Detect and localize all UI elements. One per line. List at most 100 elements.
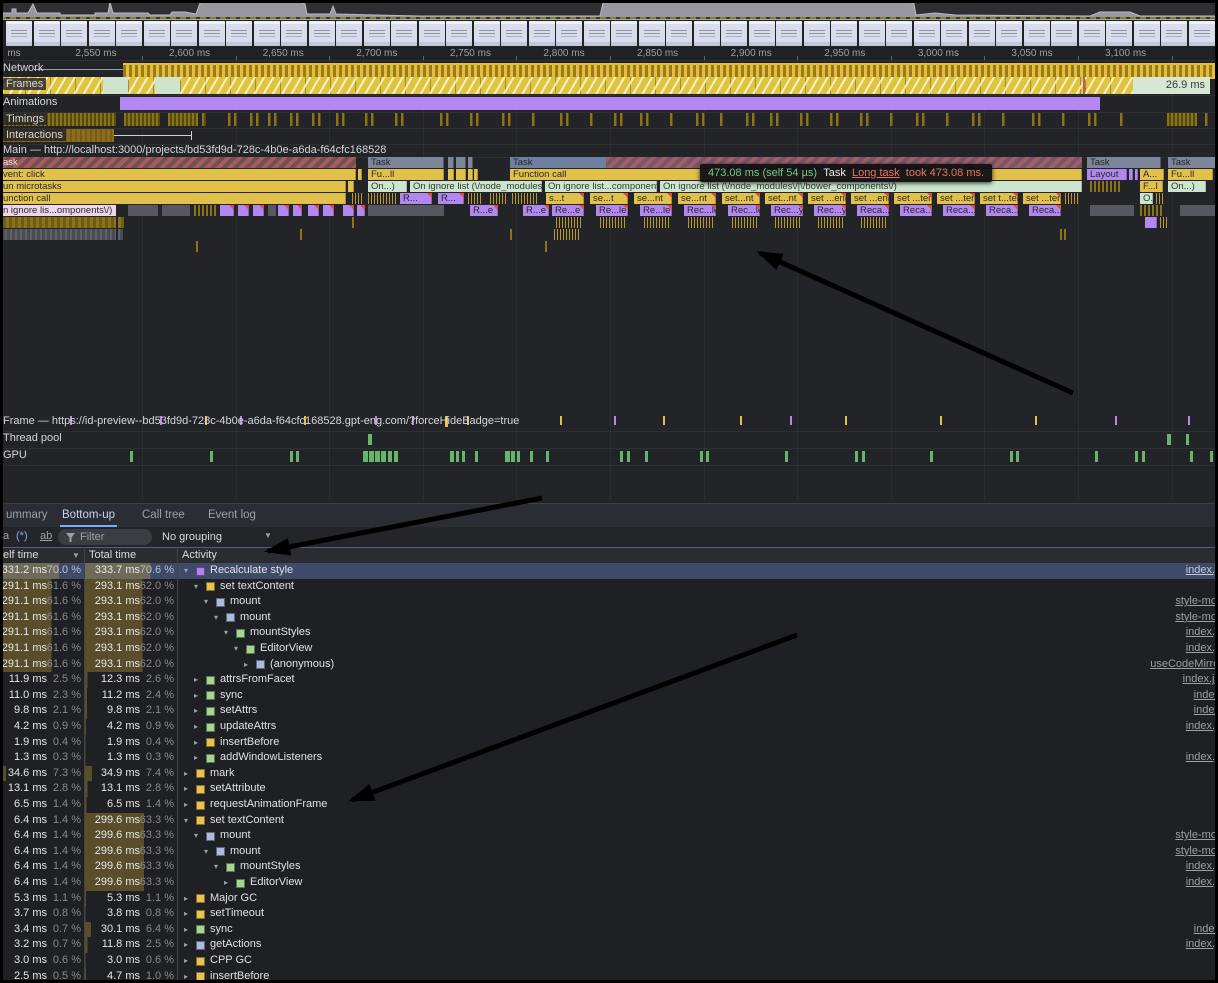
thread-pool-track[interactable]: Thread pool	[0, 431, 1218, 449]
flame-segment[interactable]	[1065, 193, 1079, 204]
flame-segment[interactable]	[545, 241, 548, 252]
activity-name[interactable]: (anonymous)	[270, 657, 334, 673]
source-link[interactable]: useCodeMirror	[1150, 657, 1218, 673]
collapse-icon[interactable]: ▾	[234, 641, 238, 657]
activity-name[interactable]: mount	[230, 594, 261, 610]
flame-segment[interactable]: set ...ent	[808, 193, 846, 204]
table-row[interactable]: 5.3 ms1.1 %5.3 ms1.1 %▸Major GC	[0, 891, 1218, 907]
flame-segment[interactable]: Reca...yle	[1029, 205, 1061, 216]
activity-name[interactable]: mount	[220, 828, 251, 844]
flame-segment[interactable]	[456, 169, 466, 180]
activity-name[interactable]: Major GC	[210, 891, 257, 907]
flame-segment[interactable]	[448, 169, 454, 180]
table-row[interactable]: 291.1 ms61.6 %293.1 ms62.0 %▾mountStyles…	[0, 625, 1218, 641]
table-row[interactable]: 1.9 ms0.4 %1.9 ms0.4 %▸insertBefore	[0, 735, 1218, 751]
flame-segment[interactable]: s...t	[546, 193, 584, 204]
table-row[interactable]: 6.4 ms1.4 %299.6 ms63.3 %▾set textConten…	[0, 813, 1218, 829]
flame-segment[interactable]: Re...e	[552, 205, 584, 216]
activity-name[interactable]: requestAnimationFrame	[210, 797, 327, 813]
expand-icon[interactable]: ▸	[184, 937, 188, 953]
flame-segment[interactable]: On ignore list (\/node_modules\/|\/bower…	[410, 181, 542, 192]
activity-name[interactable]: getActions	[210, 937, 261, 953]
flame-segment[interactable]: R...	[438, 193, 464, 204]
flame-segment[interactable]	[194, 205, 216, 216]
flame-segment[interactable]	[253, 205, 264, 216]
activity-name[interactable]: sync	[220, 688, 243, 704]
activity-name[interactable]: CPP GC	[210, 953, 252, 969]
flame-segment[interactable]	[468, 193, 482, 204]
table-row[interactable]: 1.3 ms0.3 %1.3 ms0.3 %▸addWindowListener…	[0, 750, 1218, 766]
flame-segment[interactable]	[1145, 217, 1157, 228]
flame-segment[interactable]	[358, 169, 362, 180]
flame-segment[interactable]	[238, 205, 249, 216]
flame-segment[interactable]	[118, 217, 124, 228]
expand-icon[interactable]: ▸	[194, 750, 198, 766]
flame-segment[interactable]	[343, 205, 354, 216]
flame-segment[interactable]: set ...tent	[1023, 193, 1061, 204]
flame-segment[interactable]: ask	[0, 157, 356, 168]
source-link[interactable]: index.js	[1186, 563, 1218, 579]
expand-icon[interactable]: ▸	[224, 875, 228, 891]
tab-ummary[interactable]: ummary	[4, 504, 50, 525]
flame-segment[interactable]: F...l	[1140, 181, 1163, 192]
flame-segment[interactable]: On ignore list (\/node_modules\/|\/bower…	[660, 181, 1082, 192]
flame-segment[interactable]	[1090, 181, 1122, 192]
expand-icon[interactable]: ▸	[194, 703, 198, 719]
flame-segment[interactable]	[308, 205, 319, 216]
flame-segment[interactable]	[468, 169, 473, 180]
flame-segment[interactable]	[0, 217, 116, 228]
flame-segment[interactable]: On ignore list...components\/)	[545, 181, 657, 192]
table-row[interactable]: 11.9 ms2.5 %12.3 ms2.6 %▸attrsFromFaceti…	[0, 672, 1218, 688]
filter-input[interactable]: Filter	[58, 529, 152, 545]
collapse-icon[interactable]: ▾	[184, 813, 188, 829]
long-task-link[interactable]: Long task	[852, 167, 900, 179]
source-link[interactable]: index.	[1194, 703, 1218, 719]
expand-icon[interactable]: ▸	[194, 688, 198, 704]
flame-segment[interactable]	[278, 205, 289, 216]
flame-segment[interactable]	[775, 217, 801, 228]
source-link[interactable]: style-mod	[1175, 594, 1218, 610]
flame-segment[interactable]	[1129, 169, 1133, 180]
activity-name[interactable]: mount	[230, 844, 261, 860]
source-link[interactable]: index.	[1194, 922, 1218, 938]
flame-segment[interactable]	[323, 205, 334, 216]
tab-call-tree[interactable]: Call tree	[140, 504, 187, 525]
table-row[interactable]: 291.1 ms61.6 %293.1 ms62.0 %▸(anonymous)…	[0, 657, 1218, 673]
flame-segment[interactable]: Re...le	[596, 205, 628, 216]
flame-segment[interactable]	[1060, 229, 1066, 240]
flame-segment[interactable]	[352, 217, 356, 228]
source-link[interactable]: index.js	[1186, 859, 1218, 875]
activity-name[interactable]: mark	[210, 766, 234, 782]
grouping-dropdown-icon[interactable]: ▼	[264, 531, 272, 540]
activity-name[interactable]: setAttribute	[210, 781, 266, 797]
flame-segment[interactable]: set t...tent	[980, 193, 1018, 204]
activity-name[interactable]: mountStyles	[240, 859, 301, 875]
flame-segment[interactable]: A...	[1140, 169, 1164, 180]
flame-segment[interactable]: R...e	[523, 205, 549, 216]
flame-segment[interactable]	[474, 169, 478, 180]
flame-segment[interactable]: set ...tent	[937, 193, 975, 204]
flame-segment[interactable]: Re...le	[640, 205, 672, 216]
expand-icon[interactable]: ▸	[244, 657, 248, 673]
activity-header[interactable]: Activity	[182, 549, 217, 561]
activity-name[interactable]: Recalculate style	[210, 563, 293, 579]
flame-segment[interactable]	[118, 229, 123, 240]
flame-segment[interactable]: Fu...ll	[1168, 169, 1213, 180]
flame-segment[interactable]: Reca...yle	[857, 205, 889, 216]
flame-segment[interactable]	[293, 205, 302, 216]
flame-segment[interactable]	[348, 181, 354, 192]
activity-name[interactable]: mountStyles	[250, 625, 311, 641]
sort-arrow-icon[interactable]: ▼	[72, 551, 80, 560]
table-row[interactable]: 6.5 ms1.4 %6.5 ms1.4 %▸requestAnimationF…	[0, 797, 1218, 813]
flame-segment[interactable]: Layout	[1087, 169, 1127, 180]
flame-segment[interactable]: Reca...yle	[900, 205, 932, 216]
tab-bottom-up[interactable]: Bottom-up	[60, 504, 117, 527]
flame-segment[interactable]	[1180, 205, 1216, 216]
flame-segment[interactable]	[220, 205, 234, 216]
source-link[interactable]: index.js	[1186, 937, 1218, 953]
activity-name[interactable]: setAttrs	[220, 703, 257, 719]
source-link[interactable]: index.js	[1186, 875, 1218, 891]
match-case-icon[interactable]: a	[3, 530, 9, 542]
activity-name[interactable]: set textContent	[210, 813, 284, 829]
flame-segment[interactable]: O...	[1140, 193, 1153, 204]
